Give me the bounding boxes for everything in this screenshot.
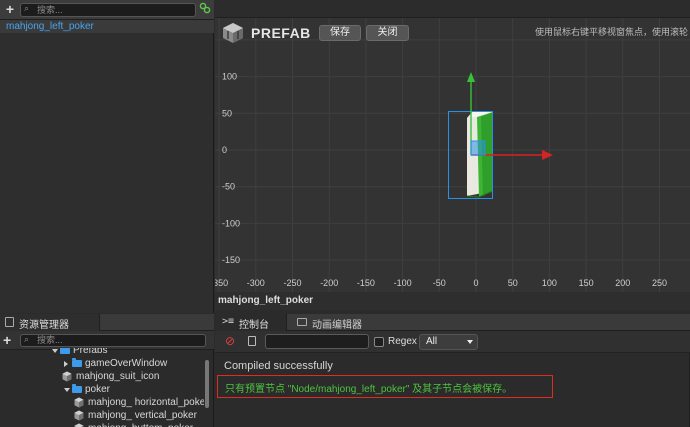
x-tick-label: -300 (247, 278, 265, 288)
log-line-compiled: Compiled successfully (224, 360, 333, 372)
assets-panel: 资源管理器 + ⌕ 搜索... Prefabs gameOverWindow mah… (0, 314, 214, 427)
folder-icon (72, 384, 82, 393)
terminal-icon: >≡ (222, 316, 235, 327)
x-tick-label: 200 (615, 278, 630, 288)
hierarchy-toolbar: + ⌕ 搜索... (0, 0, 214, 20)
close-prefab-button[interactable]: 关闭 (366, 25, 409, 41)
log-line-highlight: 只有预置节点 "Node/mahjong_left_poker" 及其子节点会被… (217, 375, 553, 398)
regex-checkbox[interactable] (374, 337, 384, 347)
folder-icon (60, 348, 70, 354)
scene-view[interactable]: 100 50 0 -50 -100 -150 -200 -350 -300 -250 -200 -1… (215, 0, 690, 310)
chevron-down-icon[interactable] (52, 349, 58, 353)
assets-tree: Prefabs gameOverWindow mahjong_suit_iconpo… (0, 348, 204, 427)
assets-tree-label: mahjong_suit_icon (76, 371, 160, 382)
scene-node-name: mahjong_left_poker (218, 295, 314, 306)
hierarchy-node-row[interactable]: mahjong_left_poker (0, 20, 214, 33)
tab-assets-label: 资源管理器 (19, 320, 69, 331)
prefab-icon (62, 371, 72, 382)
console-toolbar: ⊘ Regex All (215, 331, 690, 353)
console-tabbar: >≡ 控制台 动画编辑器 (215, 314, 690, 331)
assets-tree-item[interactable]: poker (0, 383, 204, 396)
y-tick-label: -50 (222, 182, 235, 192)
assets-scrollbar[interactable] (205, 360, 209, 408)
assets-tree-label: mahjong_ vertical_poker (88, 410, 197, 421)
tab-console-label: 控制台 (239, 320, 269, 331)
assets-search-placeholder: 搜索... (37, 335, 63, 345)
y-tick-label: 0 (222, 145, 227, 155)
regex-label: Regex (388, 336, 417, 347)
add-node-button[interactable]: + (3, 1, 17, 17)
chevron-right-icon[interactable] (64, 361, 68, 367)
log-line-saved: 只有预置节点 "Node/mahjong_left_poker" 及其子节点会被… (225, 384, 513, 395)
hierarchy-node-label: mahjong_left_poker (6, 21, 94, 32)
search-icon: ⌕ (24, 3, 30, 13)
x-tick-label: -350 (215, 278, 228, 288)
log-level-value: All (426, 336, 438, 347)
y-tick-label: 100 (222, 72, 237, 82)
x-tick-label: 150 (579, 278, 594, 288)
open-log-file-icon[interactable] (248, 336, 256, 346)
assets-tree-item[interactable]: Prefabs (0, 348, 204, 357)
prefab-mode-title: PREFAB (251, 25, 311, 41)
x-tick-label: -250 (283, 278, 301, 288)
hierarchy-panel: + ⌕ 搜索... mahjong_left_poker (0, 0, 214, 313)
console-panel: >≡ 控制台 动画编辑器 ⊘ Regex All Compiled succes… (215, 314, 690, 427)
assets-tree-label: poker (85, 384, 111, 395)
assets-tree-item[interactable]: gameOverWindow (0, 357, 204, 370)
tab-animation-editor[interactable]: 动画编辑器 (291, 314, 381, 331)
x-tick-label: -50 (433, 278, 446, 288)
log-level-select[interactable]: All (419, 334, 478, 350)
hierarchy-search-placeholder: 搜索... (37, 5, 63, 15)
y-tick-label: -150 (222, 255, 240, 265)
scene-grid (215, 18, 690, 292)
assets-tabbar: 资源管理器 (0, 314, 214, 331)
chevron-down-icon (467, 340, 473, 344)
assets-tree-label: mahjong_buttom_poker (88, 422, 193, 427)
link-icon[interactable] (199, 2, 211, 16)
y-tick-label: 50 (222, 108, 232, 118)
folder-panel-icon (5, 317, 14, 327)
folder-icon (72, 358, 82, 367)
y-tick-label: -100 (222, 218, 240, 228)
assets-tree-item[interactable]: mahjong_buttom_poker (0, 422, 204, 427)
scene-canvas[interactable]: 100 50 0 -50 -100 -150 -200 -350 -300 -250 -200 -1… (215, 0, 690, 310)
scene-hint-text: 使用鼠标右键平移视窗焦点，使用滚轮 (535, 27, 689, 37)
assets-tree-item[interactable]: mahjong_ vertical_poker (0, 409, 204, 422)
x-tick-label: 100 (542, 278, 557, 288)
x-tick-label: -150 (357, 278, 375, 288)
scene-toolbar (215, 0, 690, 18)
assets-tree-item[interactable]: mahjong_ horizontal_poker (0, 396, 204, 409)
assets-tree-label: mahjong_ horizontal_poker (88, 397, 204, 408)
x-tick-label: -100 (394, 278, 412, 288)
save-prefab-button[interactable]: 保存 (319, 25, 361, 41)
clear-console-icon[interactable]: ⊘ (225, 335, 237, 347)
assets-tree-label: gameOverWindow (85, 358, 168, 369)
x-tick-label: 250 (652, 278, 667, 288)
chevron-down-icon[interactable] (64, 388, 70, 392)
tab-animation-label: 动画编辑器 (312, 320, 362, 331)
tab-assets[interactable]: 资源管理器 (0, 314, 100, 331)
assets-tree-label: Prefabs (73, 348, 108, 356)
gizmo-x-arrow (542, 150, 553, 160)
prefab-cube-icon (222, 22, 244, 44)
prefab-icon (74, 397, 84, 408)
x-axis-labels: -350 -300 -250 -200 -150 -100 -50 0 50 100 150 200 2… (215, 278, 667, 288)
hierarchy-search-input[interactable]: ⌕ 搜索... (20, 3, 196, 17)
console-filter-input[interactable] (265, 334, 369, 349)
assets-tree-item[interactable]: mahjong_suit_icon (0, 370, 204, 383)
gizmo-center-handle (470, 140, 486, 156)
prefab-icon (74, 423, 84, 427)
scene-status-bar: mahjong_left_poker (215, 292, 690, 310)
prefab-icon (74, 410, 84, 421)
add-asset-button[interactable]: + (3, 332, 11, 348)
x-tick-label: 0 (473, 278, 478, 288)
x-tick-label: 50 (508, 278, 518, 288)
film-icon (297, 318, 307, 326)
link-icon-graphic (199, 2, 211, 14)
tab-console[interactable]: >≡ 控制台 (215, 314, 287, 331)
assets-search-input[interactable]: ⌕ 搜索... (20, 334, 206, 347)
search-icon: ⌕ (24, 334, 30, 344)
x-tick-label: -200 (320, 278, 338, 288)
